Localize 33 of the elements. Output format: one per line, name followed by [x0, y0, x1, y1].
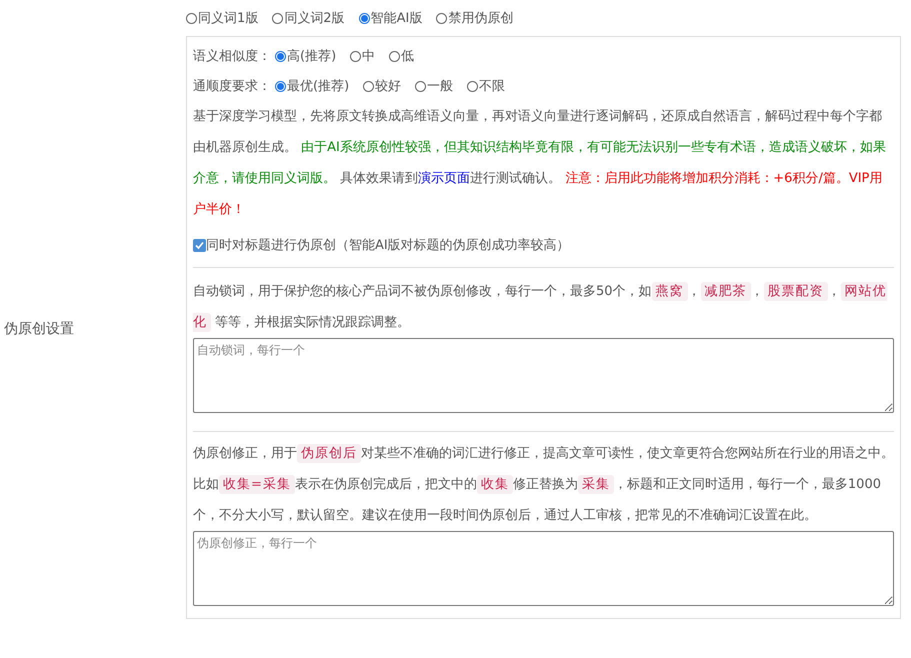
mode-option[interactable]: 同义词2版: [272, 9, 345, 27]
section-label: 伪原创设置: [4, 320, 74, 338]
corrections-description: 伪原创修正，用于 伪原创后 对某些不准确的词汇进行修正，提高文章可读性，使文章更符合您网站所在行业的用语之中。比如 收集=采集 表示在伪原创完成后，把文中的 收集 修正替换为 采集 ，标题和正文同时适用，每行一个，最多1000个，不分大小写，默认留空。建议在使用一段时间伪原创后，通过人工审核，把常见的不准确词汇设置在此。: [193, 443, 894, 525]
setting-option[interactable]: 高(推荐): [275, 47, 336, 65]
setting-option[interactable]: 最优(推荐): [275, 77, 350, 95]
setting-option[interactable]: 低: [389, 47, 414, 65]
radio-button[interactable]: [186, 12, 197, 24]
lock-words-field[interactable]: 自动锁词，每行一个: [193, 338, 894, 413]
radio-button[interactable]: [275, 80, 286, 92]
setting-option[interactable]: 中: [350, 47, 376, 65]
corrections-field[interactable]: 伪原创修正，每行一个: [193, 531, 894, 606]
setting-label: 通顺度要求：: [193, 78, 271, 95]
setting-option[interactable]: 不限: [467, 77, 506, 95]
setting-label: 语义相似度：: [193, 48, 271, 65]
radio-button[interactable]: [389, 50, 400, 62]
demo-link[interactable]: 演示页面: [418, 171, 470, 186]
radio-button[interactable]: [350, 50, 362, 62]
radio-button[interactable]: [272, 12, 284, 24]
radio-button[interactable]: [363, 80, 374, 92]
ai-description: 基于深度学习模型，先将原文转换成高维语义向量，再对语义向量进行逐词解码，还原成自然语言，解码过程中每个字都由机器原创生成。 由于AI系统原创性较强，但其知识结构毕竟有限，有可能无法识别一些专有术语，造成语义破坏，如果介意，请使用同义词版。 具体效果请到演示页面进行测试确认。 注意：启用此功能将增加积分消耗：+6积分/篇。VIP用户半价！: [193, 108, 887, 219]
radio-button[interactable]: [415, 80, 426, 92]
mode-option[interactable]: 禁用伪原创: [436, 9, 514, 27]
setting-option[interactable]: 较好: [363, 77, 402, 95]
radio-button[interactable]: [436, 12, 448, 24]
setting-option[interactable]: 一般: [415, 77, 454, 95]
lock-words-description: 自动锁词，用于保护您的核心产品词不被伪原创修改，每行一个，最多50个，如 燕窝 ， 减肥茶 ， 股票配资 ， 网站优化 等等，并根据实际情况跟踪调整。: [193, 281, 888, 334]
radio-button[interactable]: [358, 12, 370, 24]
radio-button[interactable]: [467, 80, 478, 92]
mode-option[interactable]: 智能AI版: [358, 9, 422, 27]
mode-option[interactable]: 同义词1版: [186, 9, 258, 27]
checkbox[interactable]: [193, 238, 206, 252]
radio-button[interactable]: [275, 50, 286, 62]
title-option[interactable]: 同时对标题进行伪原创（智能AI版对标题的伪原创成功率较高）: [193, 236, 570, 254]
